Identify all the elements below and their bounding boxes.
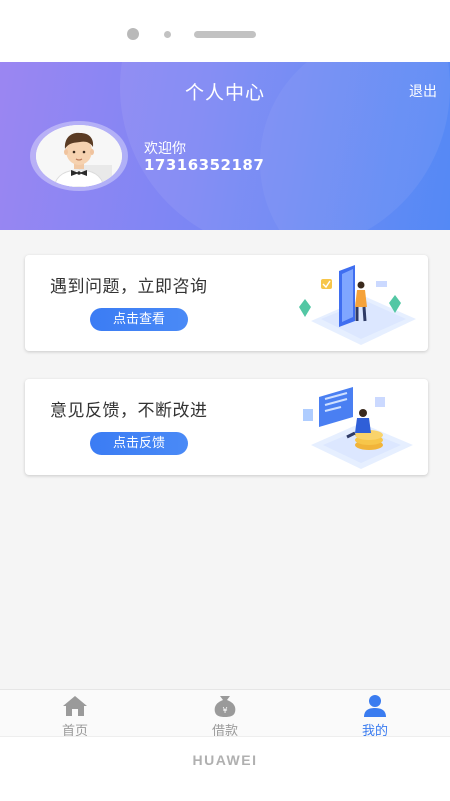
user-phone-number: 17316352187 (144, 156, 265, 174)
main-content: 遇到问题，立即咨询 点击查看 意见反馈，不断改进 点击反馈 (0, 230, 450, 689)
home-icon (63, 696, 87, 716)
device-brand-logo: HUAWEI (192, 752, 258, 768)
tab-mine[interactable]: 我的 (300, 690, 450, 739)
earpiece-speaker (194, 31, 256, 38)
device-bottom-bezel: HUAWEI (0, 736, 450, 801)
logout-button[interactable]: 退出 (409, 81, 437, 101)
consult-card[interactable]: 遇到问题，立即咨询 点击查看 (25, 255, 428, 351)
front-camera (127, 28, 139, 40)
svg-text:¥: ¥ (222, 706, 227, 715)
feedback-card-title: 意见反馈，不断改进 (50, 401, 208, 421)
device-top-bezel (0, 0, 450, 62)
feedback-button[interactable]: 点击反馈 (90, 432, 188, 455)
tab-home[interactable]: 首页 (0, 690, 150, 739)
consult-illustration-icon (299, 265, 416, 345)
sensor-dot (164, 31, 171, 38)
bottom-tab-bar: 首页 ¥ 借款 我的 (0, 689, 450, 739)
user-icon (364, 695, 386, 717)
page-title: 个人中心 (184, 82, 265, 104)
money-bag-icon: ¥ (214, 696, 236, 717)
profile-header: 个人中心 退出 欢迎你 17316352187 (0, 62, 450, 230)
welcome-text: 欢迎你 (144, 141, 186, 157)
avatar-man-icon (36, 125, 122, 187)
feedback-card[interactable]: 意见反馈，不断改进 点击反馈 (25, 379, 428, 475)
consult-card-title: 遇到问题，立即咨询 (50, 277, 208, 297)
feedback-illustration-icon (303, 387, 413, 469)
view-button[interactable]: 点击查看 (90, 308, 188, 331)
tab-loan[interactable]: ¥ 借款 (150, 690, 300, 739)
avatar[interactable] (36, 125, 122, 187)
